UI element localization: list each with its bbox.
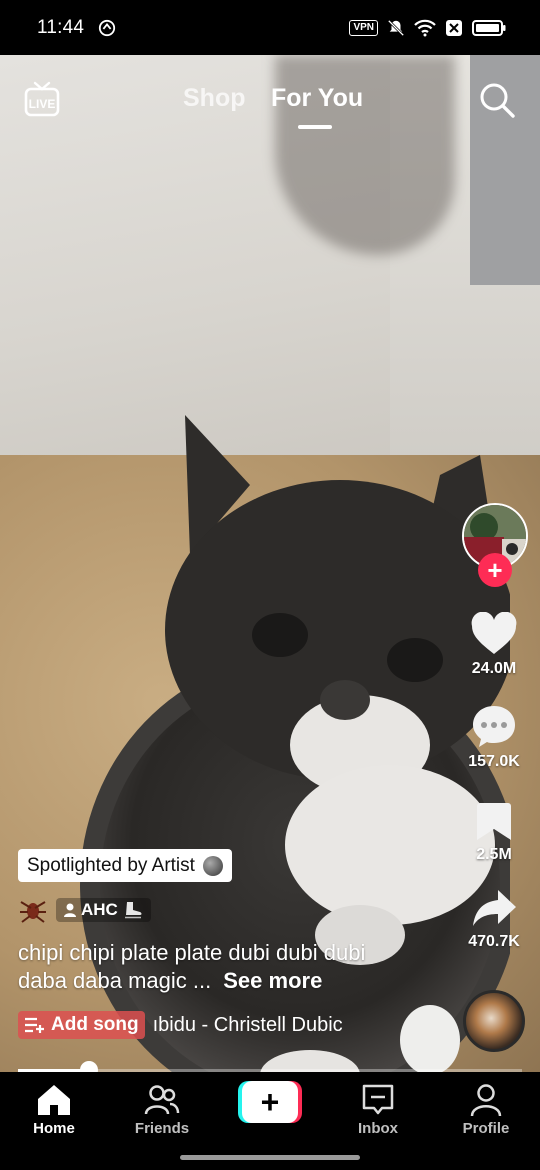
comment-button[interactable]: 157.0K (452, 703, 536, 771)
add-song-button[interactable]: Add song (18, 1011, 145, 1039)
wifi-icon (414, 19, 436, 36)
like-button[interactable]: 24.0M (452, 612, 536, 678)
skate-icon (124, 902, 142, 919)
battery-icon (472, 19, 506, 36)
no-signal-icon (446, 19, 462, 36)
username: AHC (81, 900, 118, 919)
bookmark-icon (477, 803, 511, 840)
music-row[interactable]: Add song ıbidu - Christell Dubic (18, 1010, 448, 1040)
nav-friends-label: Friends (134, 1120, 190, 1137)
share-arrow-icon (473, 890, 516, 926)
playlist-add-icon (25, 1017, 44, 1033)
nav-inbox[interactable]: Inbox (333, 1082, 423, 1137)
nav-profile-label: Profile (462, 1120, 510, 1137)
spotlight-badge[interactable]: Spotlighted by Artist (18, 849, 232, 882)
top-nav: LIVE Shop For You (0, 55, 540, 145)
live-tv-icon[interactable]: LIVE (24, 81, 60, 117)
svg-text:LIVE: LIVE (29, 97, 56, 111)
follow-plus-button[interactable]: + (478, 553, 512, 587)
tab-shop[interactable]: Shop (183, 84, 246, 113)
mute-icon (387, 19, 405, 36)
comment-icon (473, 706, 515, 747)
nav-friends[interactable]: Friends (117, 1082, 207, 1137)
person-icon (64, 903, 76, 917)
music-disc-icon[interactable] (463, 990, 525, 1052)
friends-icon (144, 1085, 180, 1115)
creator-mini-avatar (20, 901, 46, 923)
like-count: 24.0M (471, 660, 517, 677)
heart-icon (471, 612, 517, 654)
home-icon (38, 1085, 70, 1115)
create-button[interactable]: + (238, 1081, 302, 1123)
globe-icon (202, 855, 223, 876)
plus-icon: + (242, 1081, 298, 1123)
active-tab-indicator (298, 125, 332, 129)
status-bar: 11:44 VPN (0, 0, 540, 55)
username-chip[interactable]: AHC (56, 898, 151, 922)
see-more-link[interactable]: See more (223, 968, 322, 993)
creator-row[interactable]: AHC (18, 896, 151, 924)
status-time: 11:44 (37, 16, 85, 38)
nav-profile[interactable]: Profile (441, 1082, 531, 1137)
status-icons: VPN (349, 19, 506, 37)
nav-home[interactable]: Home (9, 1082, 99, 1137)
notification-app-icon (99, 19, 116, 36)
search-icon[interactable] (479, 82, 515, 118)
add-song-label: Add song (51, 1014, 139, 1035)
nav-inbox-label: Inbox (358, 1120, 398, 1137)
vpn-badge: VPN (349, 19, 378, 36)
comment-count: 157.0K (468, 753, 520, 770)
spotlight-label: Spotlighted by Artist (27, 854, 195, 876)
share-button[interactable]: 470.7K (452, 887, 536, 951)
screen: 11:44 VPN LIVE Shop For You + 24.0M 157.… (0, 0, 540, 1170)
bookmark-count: 2.5M (476, 846, 512, 863)
inbox-icon (362, 1084, 394, 1115)
music-title[interactable]: ıbidu - Christell Dubic (153, 1014, 343, 1037)
tab-for-you[interactable]: For You (271, 84, 363, 113)
home-indicator (180, 1155, 360, 1160)
profile-icon (470, 1084, 502, 1117)
video-caption[interactable]: chipi chipi plate plate dubi dubi dubi d… (18, 939, 418, 995)
nav-home-label: Home (33, 1120, 75, 1137)
share-count: 470.7K (468, 933, 520, 950)
bookmark-button[interactable]: 2.5M (452, 800, 536, 864)
